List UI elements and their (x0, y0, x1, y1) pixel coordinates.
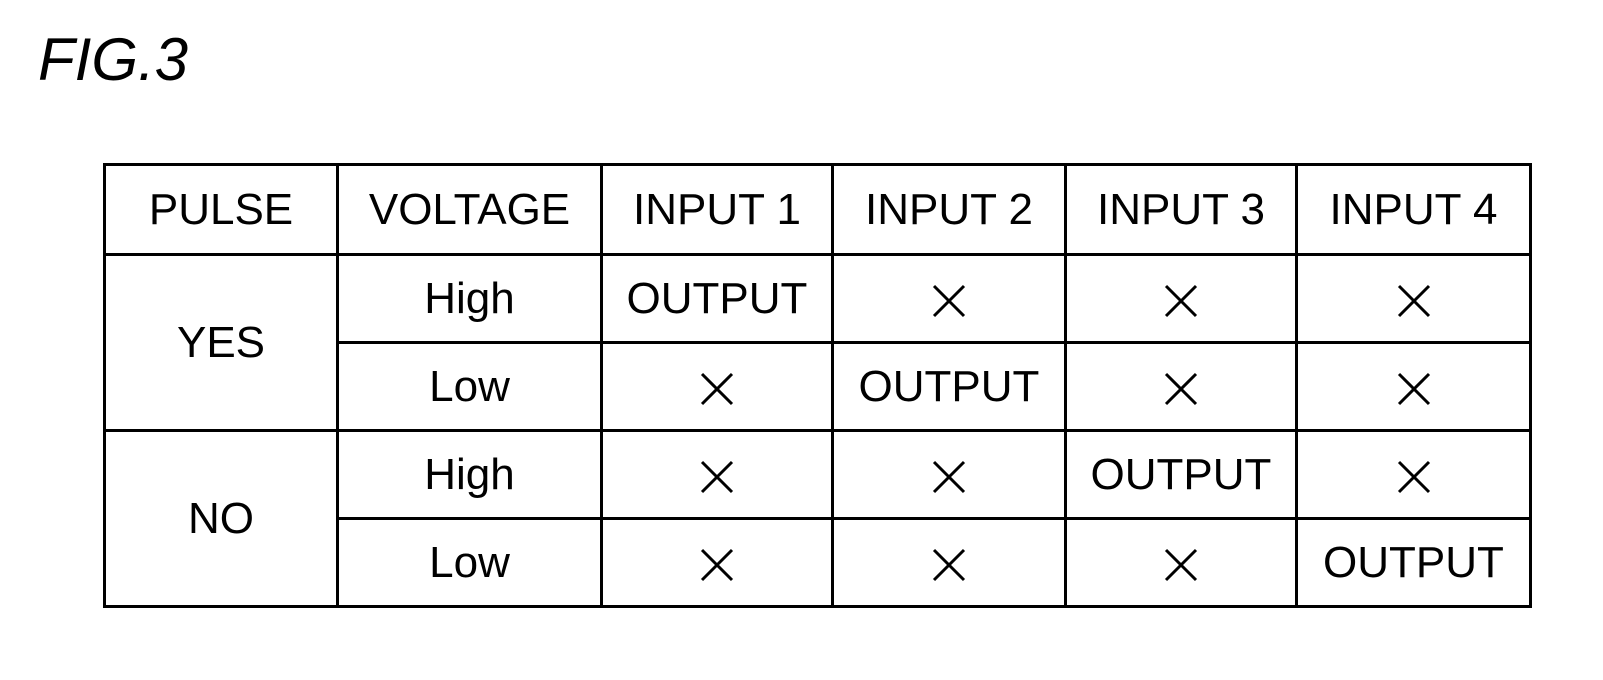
x-mark-icon (931, 459, 967, 495)
result-cell (1064, 341, 1298, 432)
voltage-cell: Low (336, 517, 603, 608)
header-input-1: INPUT 1 (600, 163, 834, 256)
result-cell (1064, 517, 1298, 608)
pulse-cell: YES (103, 253, 339, 432)
output-label: OUTPUT (858, 361, 1040, 411)
voltage-cell: Low (336, 341, 603, 432)
result-cell: OUTPUT (831, 341, 1067, 432)
output-label: OUTPUT (626, 273, 808, 323)
result-cell (831, 517, 1067, 608)
header-pulse: PULSE (103, 163, 339, 256)
result-cell (600, 429, 834, 520)
header-voltage: VOLTAGE (336, 163, 603, 256)
result-cell (1064, 253, 1298, 344)
result-cell (831, 429, 1067, 520)
x-mark-icon (931, 283, 967, 319)
x-mark-icon (1163, 283, 1199, 319)
header-input-4: INPUT 4 (1295, 163, 1532, 256)
x-mark-icon (699, 371, 735, 407)
output-label: OUTPUT (1323, 537, 1504, 587)
result-cell (1295, 429, 1532, 520)
voltage-cell: High (336, 429, 603, 520)
header-row: PULSE VOLTAGE INPUT 1 INPUT 2 INPUT 3 IN… (103, 163, 1532, 256)
x-mark-icon (1396, 371, 1432, 407)
x-mark-icon (699, 547, 735, 583)
result-cell: OUTPUT (1295, 517, 1532, 608)
x-mark-icon (1396, 459, 1432, 495)
header-input-3: INPUT 3 (1064, 163, 1298, 256)
result-cell (1295, 341, 1532, 432)
table-row: YES High OUTPUT (103, 253, 1532, 432)
result-cell (831, 253, 1067, 344)
truth-table: PULSE VOLTAGE INPUT 1 INPUT 2 INPUT 3 IN… (103, 163, 1532, 608)
x-mark-icon (699, 459, 735, 495)
header-input-2: INPUT 2 (831, 163, 1067, 256)
result-cell (600, 517, 834, 608)
result-cell: OUTPUT (600, 253, 834, 344)
figure-title: FIG.3 (38, 26, 189, 93)
x-mark-icon (1163, 371, 1199, 407)
x-mark-icon (1163, 547, 1199, 583)
result-cell (600, 341, 834, 432)
voltage-cell: High (336, 253, 603, 344)
x-mark-icon (931, 547, 967, 583)
result-cell (1295, 253, 1532, 344)
table-row: NO High OUTPUT (103, 429, 1532, 608)
output-label: OUTPUT (1090, 449, 1272, 499)
x-mark-icon (1396, 283, 1432, 319)
pulse-cell: NO (103, 429, 339, 608)
result-cell: OUTPUT (1064, 429, 1298, 520)
